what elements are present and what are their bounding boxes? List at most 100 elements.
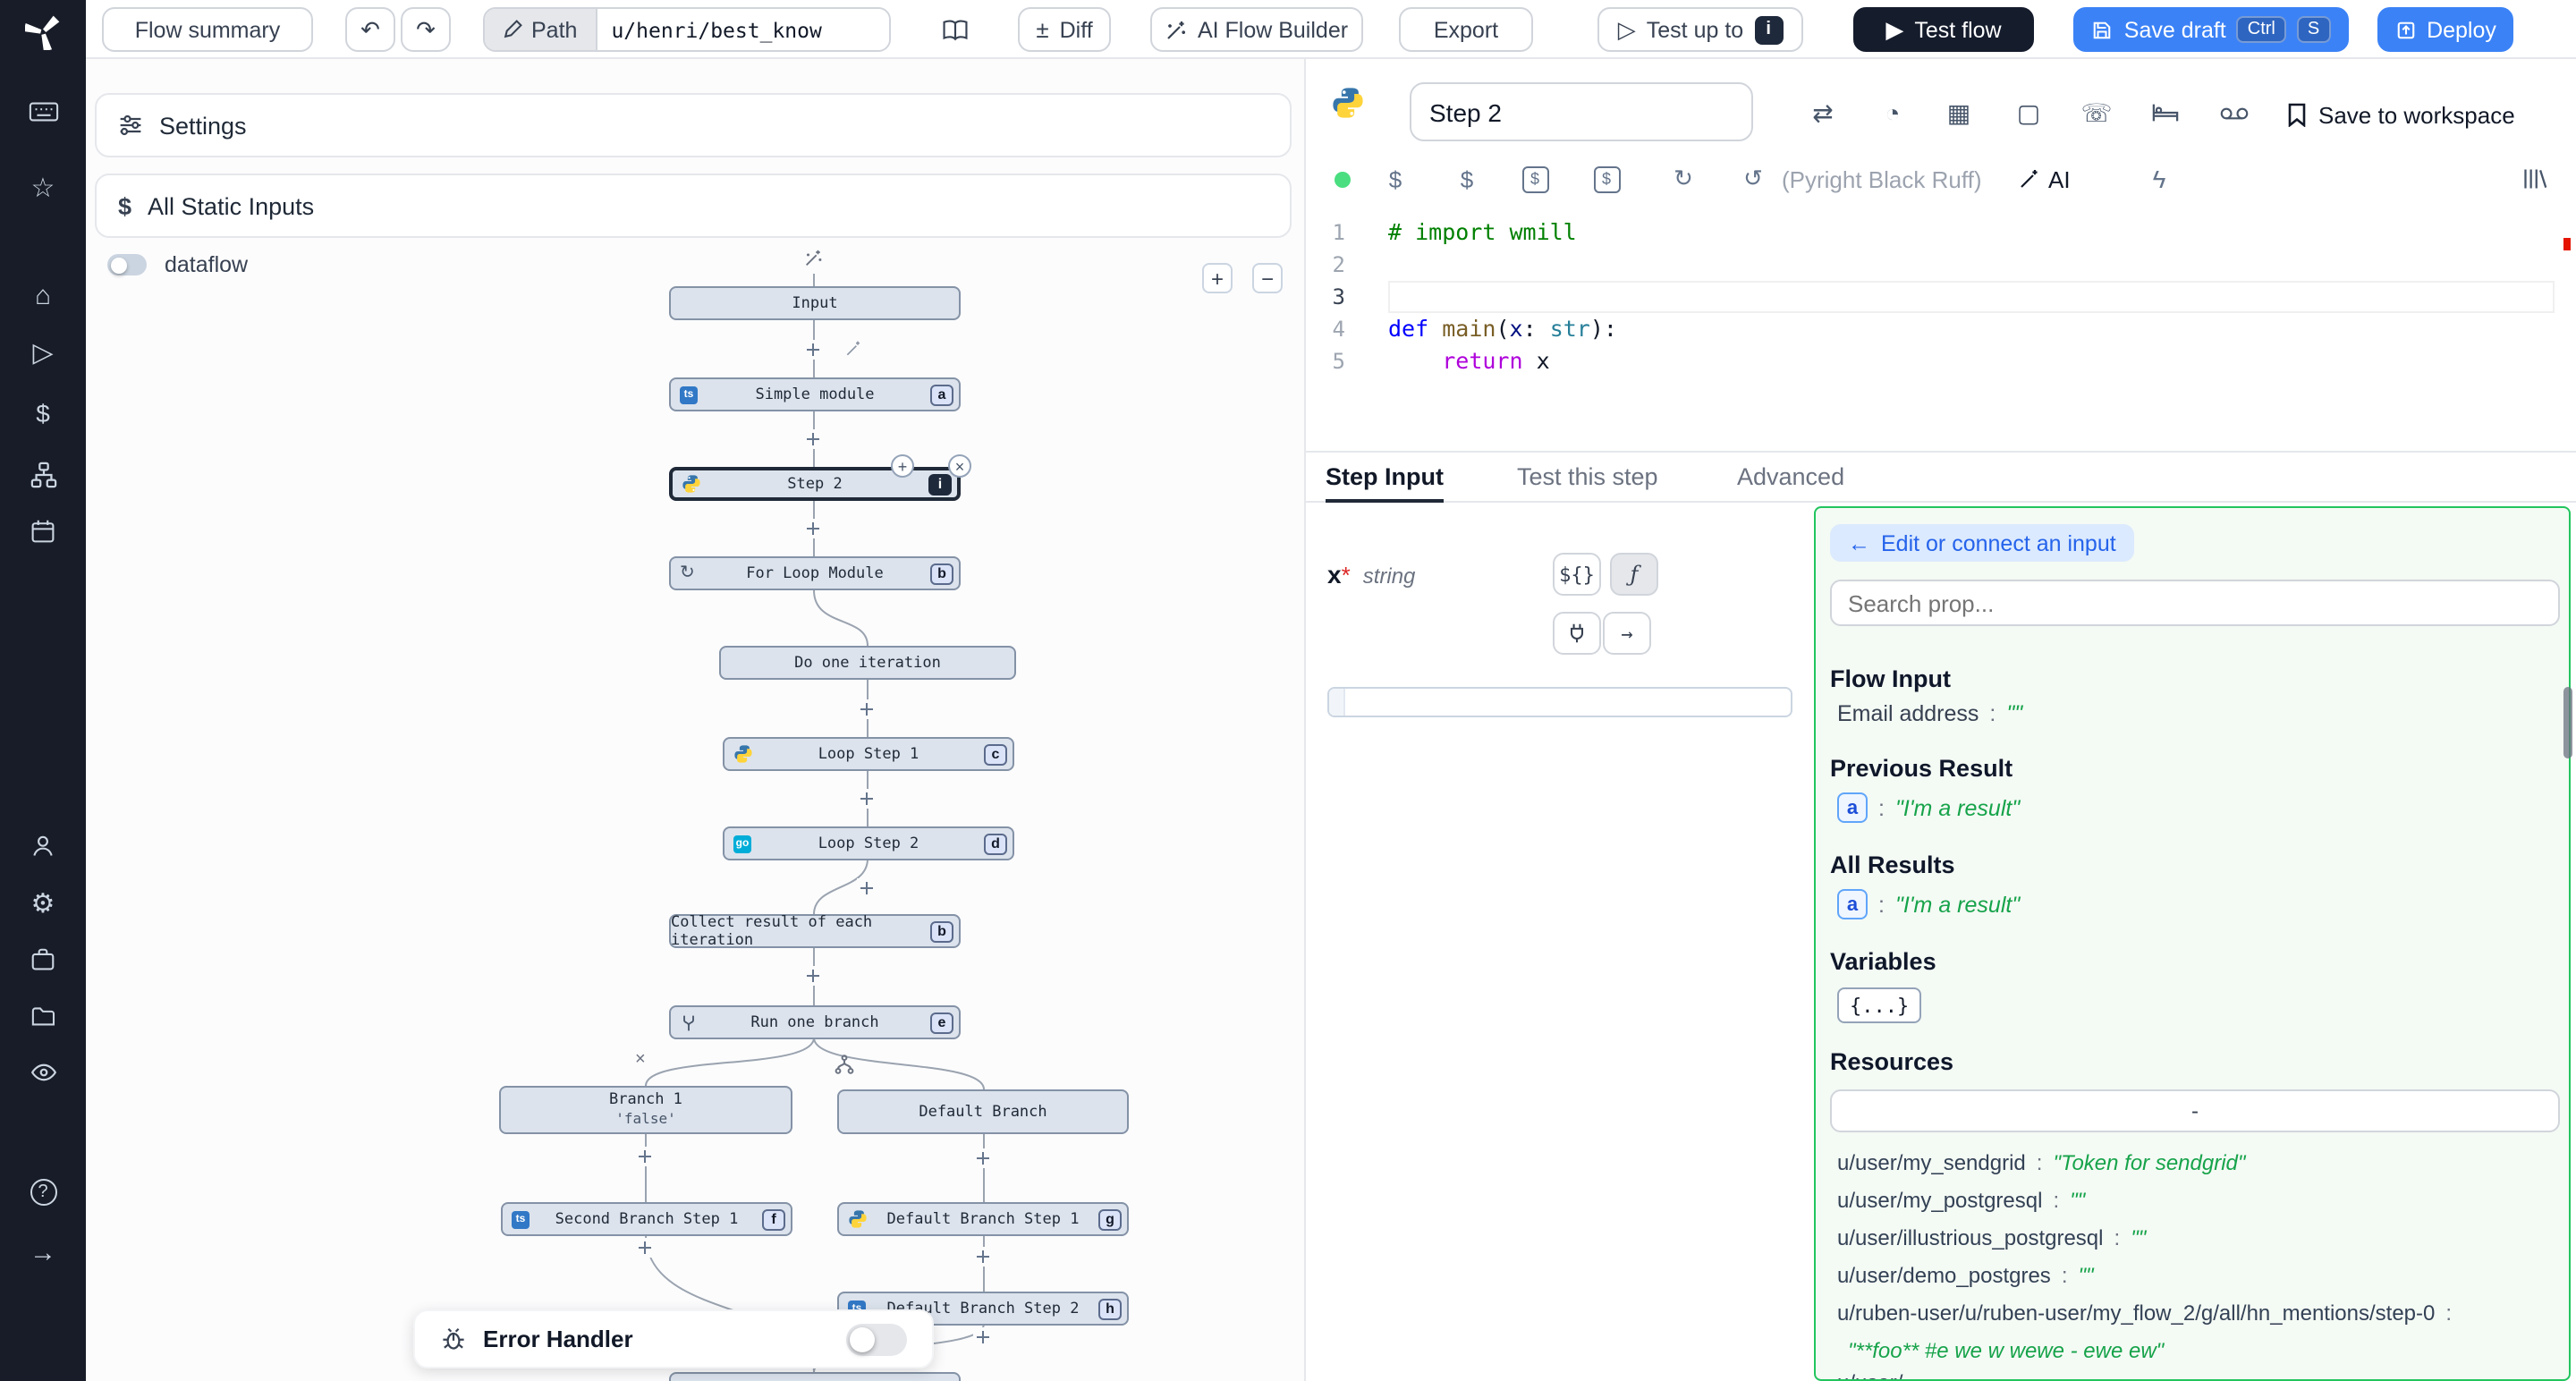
insert-step-button[interactable]: [973, 1247, 993, 1267]
error-handler-toggle[interactable]: [846, 1323, 907, 1355]
arg-value-input[interactable]: [1327, 687, 1792, 717]
flow-node-result[interactable]: Result of the chosen branch: [669, 1372, 961, 1381]
all-static-inputs-button[interactable]: $ All Static Inputs: [95, 174, 1292, 238]
gauge-icon[interactable]: ◔: [1871, 91, 1914, 134]
test-up-to-button[interactable]: ▷ Test up to i: [1597, 7, 1803, 52]
flow-node-second-branch-step1[interactable]: ts Second Branch Step 1 f: [501, 1202, 792, 1236]
keyboard-icon[interactable]: [0, 88, 86, 134]
remove-branch-icon[interactable]: ×: [635, 1050, 646, 1070]
diff-button[interactable]: ± Diff: [1018, 7, 1111, 52]
reset-icon[interactable]: ↺: [1733, 159, 1773, 199]
insert-step-button[interactable]: [635, 1147, 655, 1166]
home-icon[interactable]: ⌂: [0, 272, 86, 318]
repeat-icon[interactable]: ⇄: [1801, 91, 1844, 134]
add-step-after-button[interactable]: +: [891, 454, 914, 478]
dollar-icon[interactable]: $: [1447, 159, 1487, 199]
plug-connect-button[interactable]: [1553, 612, 1601, 655]
voicemail-icon[interactable]: [2213, 91, 2256, 134]
flow-node-for-loop[interactable]: ↻ For Loop Module b: [669, 556, 961, 590]
resource-item[interactable]: u/user/...: [1837, 1370, 1920, 1381]
library-icon[interactable]: [2515, 159, 2555, 199]
assistants-label[interactable]: (Pyright Black Ruff): [1782, 166, 1982, 193]
variables-chip[interactable]: {...}: [1837, 987, 1921, 1023]
function-toggle-button[interactable]: ƒ: [1610, 553, 1658, 596]
search-prop-input[interactable]: [1830, 580, 2560, 626]
user-icon[interactable]: [0, 823, 86, 869]
flow-node-run-one-branch[interactable]: Run one branch e: [669, 1005, 961, 1039]
insert-step-button[interactable]: [857, 878, 877, 898]
resources-filter[interactable]: -: [1830, 1089, 2560, 1132]
flow-node-default-branch-step1[interactable]: Default Branch Step 1 g: [837, 1202, 1129, 1236]
resource-item[interactable]: u/ruben-user/u/ruben-user/my_flow_2/g/al…: [1837, 1301, 2462, 1326]
flow-node-collect-result[interactable]: Collect result of each iteration b: [669, 914, 961, 948]
resource-item[interactable]: u/user/my_postgresql:"": [1837, 1188, 2085, 1213]
variables-icon[interactable]: $: [0, 390, 86, 436]
edit-or-connect-button[interactable]: ← Edit or connect an input: [1830, 524, 2134, 562]
previous-result-item[interactable]: a : "I'm a result": [1837, 792, 2020, 823]
gear-icon[interactable]: ⚙: [0, 880, 86, 927]
resource-item[interactable]: u/user/demo_postgres:"": [1837, 1263, 2094, 1288]
path-input[interactable]: [597, 9, 889, 50]
insert-step-button[interactable]: [973, 1327, 993, 1347]
package-dollar-icon[interactable]: $: [1587, 159, 1626, 199]
tab-test-this-step[interactable]: Test this step: [1517, 453, 1658, 503]
insert-step-button[interactable]: [803, 429, 823, 449]
flow-settings-button[interactable]: Settings: [95, 93, 1292, 157]
flow-node-do-one-iteration[interactable]: Do one iteration: [719, 646, 1016, 680]
flow-node-input[interactable]: Input: [669, 286, 961, 320]
error-handler-bar[interactable]: Error Handler: [413, 1309, 934, 1368]
save-to-workspace-button[interactable]: Save to workspace: [2286, 95, 2515, 134]
audit-eye-icon[interactable]: [0, 1048, 86, 1095]
save-draft-button[interactable]: Save draft Ctrl S: [2073, 7, 2349, 52]
dollar-icon[interactable]: $: [1376, 159, 1415, 199]
code-editor[interactable]: 1 2 3 4 5 # import wmill def main(x: str…: [1306, 209, 2576, 451]
ai-flow-builder-button[interactable]: AI Flow Builder: [1150, 7, 1363, 52]
ai-sparkle-icon[interactable]: [803, 249, 823, 268]
dataflow-toggle[interactable]: [107, 254, 147, 275]
step-title-input[interactable]: [1410, 82, 1753, 141]
star-icon[interactable]: ☆: [0, 165, 86, 211]
flow-node-loop-step2[interactable]: go Loop Step 2 d: [723, 826, 1014, 860]
flow-node-default-branch[interactable]: Default Branch: [837, 1089, 1129, 1134]
panel-scrollbar-thumb[interactable]: [2563, 687, 2572, 758]
insert-step-button[interactable]: [857, 699, 877, 719]
flow-node-step2[interactable]: Step 2 i: [669, 467, 961, 501]
windmill-logo[interactable]: [0, 9, 86, 55]
ai-button[interactable]: AI: [2018, 159, 2071, 199]
flow-summary-button[interactable]: Flow summary: [102, 7, 313, 52]
phone-icon[interactable]: ☏: [2075, 91, 2118, 134]
insert-step-button[interactable]: [803, 966, 823, 986]
package-dollar-icon[interactable]: $: [1515, 159, 1555, 199]
resource-item[interactable]: u/user/illustrious_postgresql:"": [1837, 1225, 2146, 1250]
insert-step-button[interactable]: [973, 1148, 993, 1168]
delete-step-button[interactable]: ×: [948, 454, 971, 478]
cache-grid-icon[interactable]: ▦: [1937, 91, 1980, 134]
resource-item[interactable]: u/user/my_sendgrid:"Token for sendgrid": [1837, 1150, 2245, 1175]
zoom-out-button[interactable]: −: [1252, 263, 1283, 293]
ai-sparkle-icon[interactable]: [844, 340, 862, 358]
tab-step-input[interactable]: Step Input: [1326, 453, 1444, 503]
collapse-rail-icon[interactable]: →: [0, 1229, 86, 1275]
test-flow-button[interactable]: ▶ Test flow: [1853, 7, 2034, 52]
runs-icon[interactable]: ▷: [0, 329, 86, 376]
workers-icon[interactable]: [0, 936, 86, 982]
flow-node-loop-step1[interactable]: Loop Step 1 c: [723, 737, 1014, 771]
schedules-icon[interactable]: [0, 508, 86, 555]
insert-step-button[interactable]: [803, 519, 823, 538]
book-button[interactable]: [934, 9, 977, 52]
template-expr-button[interactable]: ${}: [1553, 553, 1601, 596]
path-button[interactable]: Path: [485, 9, 597, 50]
zoom-in-button[interactable]: +: [1202, 263, 1233, 293]
redo-button[interactable]: ↷: [401, 7, 451, 52]
reload-icon[interactable]: ↻: [1664, 159, 1703, 199]
stop-square-icon[interactable]: ▢: [2007, 91, 2050, 134]
flows-icon[interactable]: [0, 451, 86, 497]
add-branch-icon[interactable]: [834, 1054, 855, 1075]
insert-step-button[interactable]: [803, 340, 823, 360]
flow-node-simple-module[interactable]: ts Simple module a: [669, 377, 961, 411]
insert-step-button[interactable]: [635, 1238, 655, 1258]
arrow-submit-button[interactable]: →: [1603, 612, 1651, 655]
sleep-bed-icon[interactable]: [2143, 91, 2186, 134]
folders-icon[interactable]: [0, 993, 86, 1039]
lightning-icon[interactable]: ϟ: [2140, 159, 2179, 199]
